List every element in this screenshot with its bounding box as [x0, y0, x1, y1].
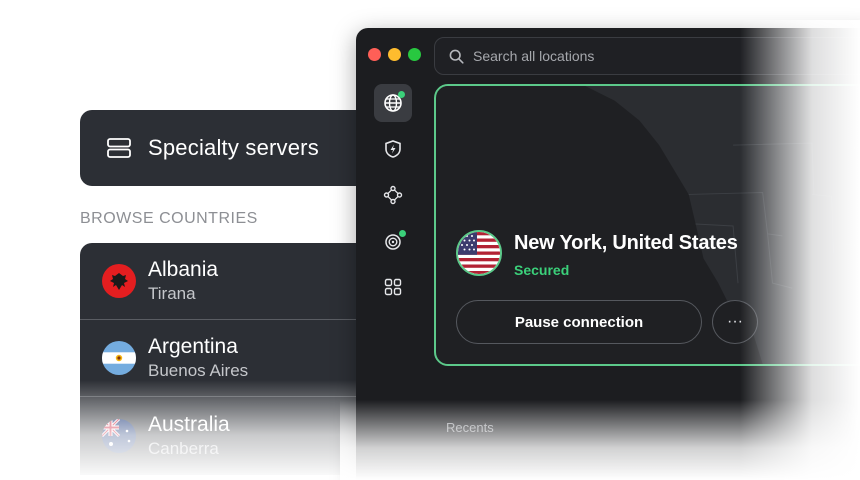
sidebar-item-threat-monitor[interactable]: [374, 222, 412, 260]
mesh-network-icon: [383, 185, 403, 205]
connection-status: Secured: [514, 262, 570, 278]
more-options-button[interactable]: ···: [712, 300, 758, 344]
window-controls: [368, 48, 421, 61]
sidebar-item-network[interactable]: [374, 176, 412, 214]
country-item-argentina[interactable]: Argentina Buenos Aires: [80, 320, 380, 397]
sidebar-item-more-apps[interactable]: [374, 268, 412, 306]
argentina-flag-icon: [102, 341, 136, 375]
specialty-servers-label: Specialty servers: [148, 135, 319, 160]
app-window: New York, United States Secured Pause co…: [356, 28, 860, 480]
sidebar-item-locations[interactable]: [374, 84, 412, 122]
zoom-window-button[interactable]: [408, 48, 421, 61]
status-dot: [399, 230, 406, 237]
minimize-window-button[interactable]: [388, 48, 401, 61]
usa-flag-icon: [456, 230, 502, 276]
specialty-servers-button[interactable]: Specialty servers: [80, 110, 380, 186]
country-name: Albania: [148, 258, 219, 281]
country-item-australia[interactable]: Australia Canberra: [80, 397, 380, 474]
connection-card: New York, United States Secured Pause co…: [434, 84, 860, 366]
search-bar[interactable]: [434, 37, 860, 75]
sidebar: [374, 84, 414, 314]
sidebar-item-protection[interactable]: [374, 130, 412, 168]
country-city: Tirana: [148, 284, 196, 303]
country-item-albania[interactable]: Albania Tirana: [80, 243, 380, 320]
country-name: Australia: [148, 412, 230, 436]
australia-flag-icon: [102, 418, 136, 453]
country-city: Canberra: [148, 438, 219, 458]
close-window-button[interactable]: [368, 48, 381, 61]
status-dot: [398, 91, 405, 98]
connected-location: New York, United States: [514, 232, 738, 254]
country-city: Buenos Aires: [148, 361, 249, 380]
search-input[interactable]: [473, 48, 833, 64]
country-list: Albania Tirana Argentina Buenos Aires Au…: [80, 243, 380, 475]
albania-flag-icon: [102, 264, 136, 298]
country-name: Argentina: [148, 335, 238, 358]
server-icon: [106, 137, 132, 159]
search-icon: [449, 49, 464, 64]
pause-connection-button[interactable]: Pause connection: [456, 300, 702, 344]
apps-grid-icon: [384, 278, 402, 296]
shield-bolt-icon: [385, 140, 401, 158]
browse-countries-heading: BROWSE COUNTRIES: [80, 210, 258, 227]
recents-heading: Recents: [446, 420, 494, 435]
